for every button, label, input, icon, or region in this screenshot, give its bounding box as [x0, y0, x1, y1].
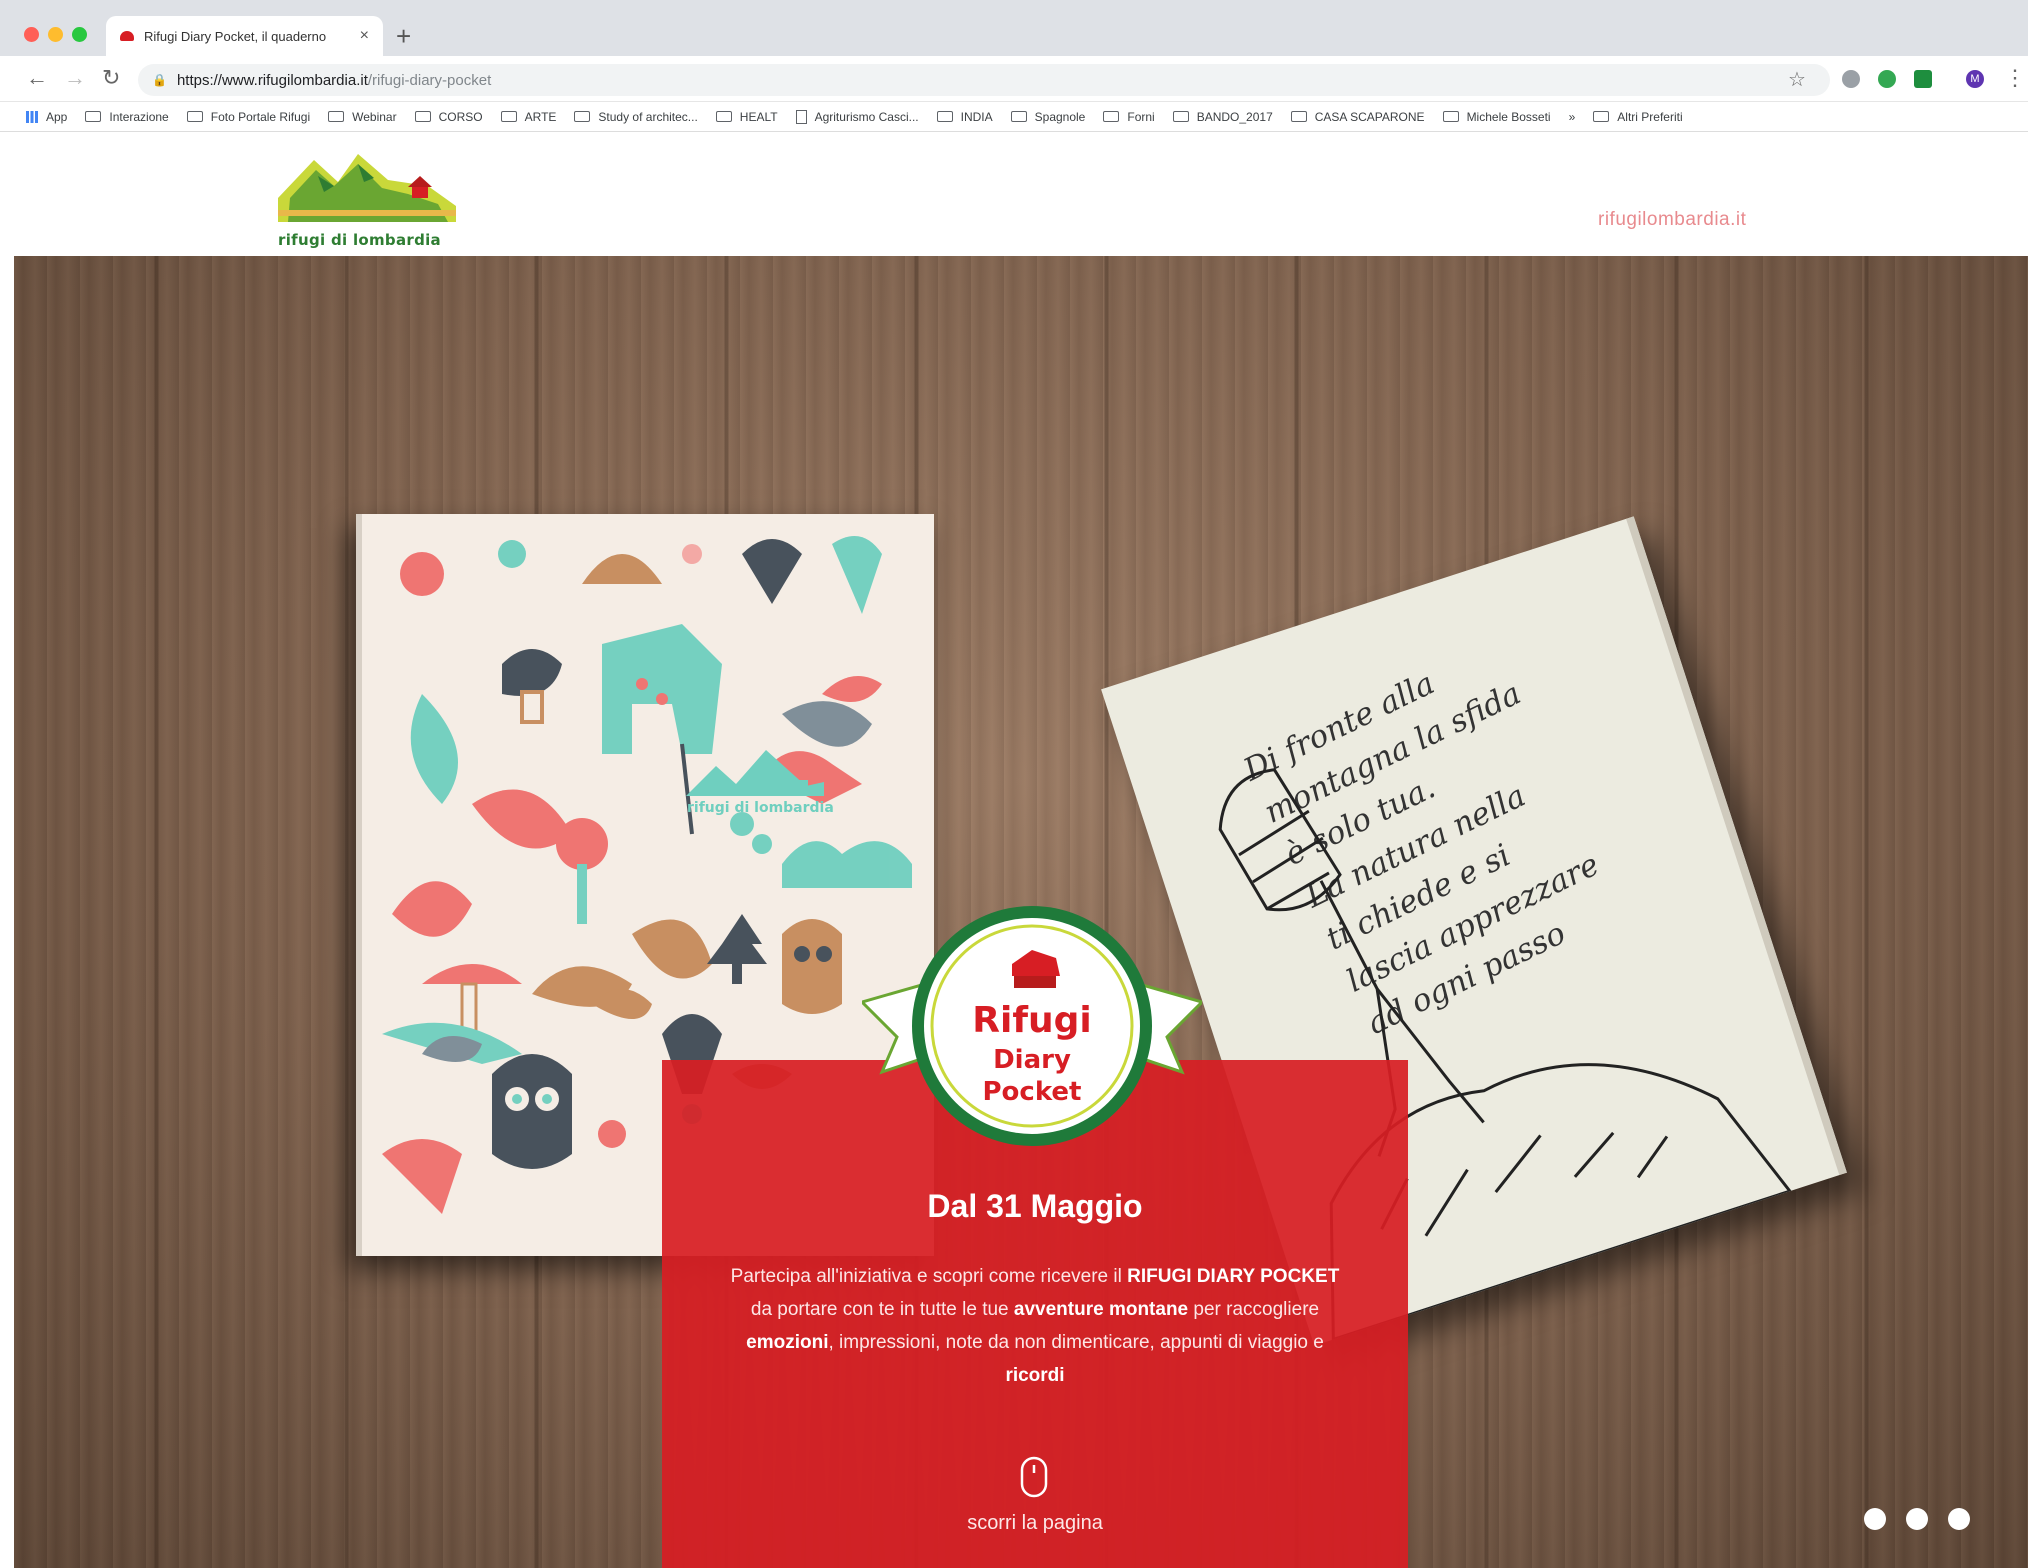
reload-icon[interactable]: ↻ [102, 64, 120, 92]
folder-icon [414, 111, 431, 122]
forward-icon[interactable]: → [64, 64, 86, 92]
bookmarks-bar: App Interazione Foto Portale Rifugi Webi… [0, 102, 2028, 132]
folder-icon [500, 111, 517, 122]
bookmark-folder[interactable]: Michele Bosseti [1442, 110, 1551, 124]
apps-grid-icon [26, 110, 38, 123]
address-bar[interactable]: 🔒 https://www.rifugilombardia.it/rifugi-… [138, 64, 1830, 96]
folder-icon [1442, 111, 1459, 122]
bookmark-folder[interactable]: CORSO [414, 110, 483, 124]
minimize-window-icon[interactable] [48, 27, 63, 42]
bookmark-folder[interactable]: INDIA [936, 110, 993, 124]
extension-shield-icon[interactable] [1878, 70, 1896, 88]
favicon-icon [120, 31, 134, 41]
profile-avatar[interactable]: M [1966, 70, 1984, 88]
extension-check-icon[interactable] [1914, 70, 1932, 88]
mountains-logo-icon [278, 154, 456, 222]
hero-banner: rifugi di lombardia Di fronte alla monta… [14, 256, 2028, 1568]
close-tab-icon[interactable]: × [360, 27, 369, 45]
scroll-hint[interactable]: scorri la pagina [662, 1512, 1408, 1535]
menu-icon[interactable]: ⋮ [2004, 64, 2026, 92]
promo-date: Dal 31 Maggio [927, 1188, 1143, 1224]
slider-pagination [1864, 1508, 1970, 1530]
bookmark-star-icon[interactable]: ☆ [1788, 66, 1806, 94]
lock-icon: 🔒 [152, 73, 167, 87]
site-header: rifugi di lombardia rifugilombardia.it [0, 132, 2028, 256]
folder-icon [1172, 111, 1189, 122]
scroll-mouse-icon[interactable] [1020, 1456, 1048, 1498]
folder-icon [936, 111, 953, 122]
diary-pocket-badge-icon: Rifugi Diary Pocket [862, 906, 1202, 1146]
bookmark-folder[interactable]: BANDO_2017 [1172, 110, 1273, 124]
slider-dot-2[interactable] [1906, 1508, 1928, 1530]
url-domain: https://www.rifugilombardia.it [176, 71, 368, 89]
more-bookmarks-icon[interactable]: » [1569, 110, 1576, 124]
folder-icon [574, 111, 591, 122]
bookmark-folder[interactable]: Study of architec... [574, 110, 698, 124]
back-icon[interactable]: ← [26, 64, 48, 92]
url-path: /rifugi-diary-pocket [367, 71, 492, 89]
bookmark-folder[interactable]: Foto Portale Rifugi [186, 110, 310, 124]
badge-title: Rifugi [972, 1000, 1091, 1041]
bookmark-other[interactable]: Altri Preferiti [1593, 110, 1683, 124]
bookmark-folder[interactable]: Interazione [85, 110, 169, 124]
logo-text: rifugi di lombardia [278, 231, 441, 249]
browser-tab[interactable]: Rifugi Diary Pocket, il quaderno × [106, 16, 383, 56]
extension-icon[interactable] [1842, 70, 1860, 88]
site-home-link[interactable]: rifugilombardia.it [1598, 209, 1746, 231]
folder-icon [715, 111, 732, 122]
maximize-window-icon[interactable] [72, 27, 87, 42]
folder-icon [1593, 111, 1610, 122]
site-logo[interactable]: rifugi di lombardia [278, 146, 458, 249]
bookmark-page[interactable]: Agriturismo Casci... [795, 109, 919, 124]
slider-dot-1[interactable] [1864, 1508, 1886, 1530]
page-icon [795, 109, 807, 124]
folder-icon [186, 111, 203, 122]
tab-strip: Rifugi Diary Pocket, il quaderno × + [0, 0, 2028, 56]
bookmark-apps[interactable]: App [26, 110, 67, 124]
folder-icon [1010, 111, 1027, 122]
close-window-icon[interactable] [24, 27, 39, 42]
bookmark-folder[interactable]: ARTE [500, 110, 556, 124]
tab-title: Rifugi Diary Pocket, il quaderno [144, 28, 327, 44]
folder-icon [1103, 111, 1120, 122]
folder-icon [85, 111, 102, 122]
bookmark-folder[interactable]: HEALT [715, 110, 778, 124]
new-tab-icon[interactable]: + [396, 18, 411, 54]
folder-icon [328, 111, 345, 122]
slider-dot-3[interactable] [1948, 1508, 1970, 1530]
folder-icon [1290, 111, 1307, 122]
badge-subtitle-2: Pocket [983, 1077, 1082, 1107]
bookmark-folder[interactable]: Spagnole [1010, 110, 1085, 124]
promo-description: Partecipa all'iniziativa e scopri come r… [730, 1266, 1340, 1386]
bookmark-folder[interactable]: Webinar [328, 110, 397, 124]
bookmark-folder[interactable]: Forni [1103, 110, 1155, 124]
notebook-logo-text: rifugi di lombardia [687, 800, 834, 816]
browser-toolbar: ← → ↻ 🔒 https://www.rifugilombardia.it/r… [0, 56, 2028, 102]
bookmark-folder[interactable]: CASA SCAPARONE [1290, 110, 1425, 124]
badge-subtitle-1: Diary [993, 1045, 1071, 1075]
